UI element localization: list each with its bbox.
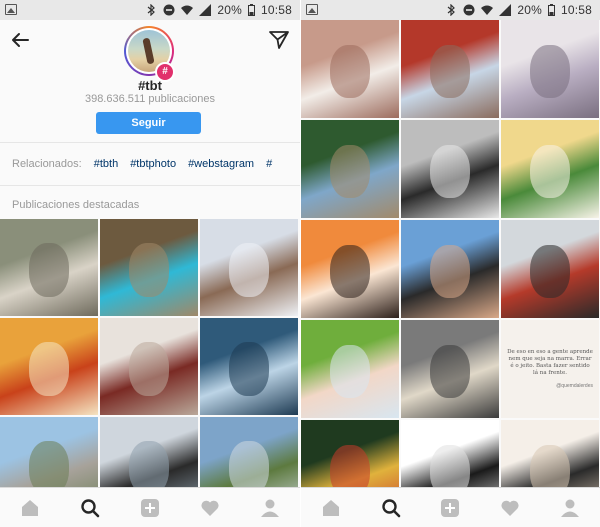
related-tags: Relacionados: #tbth #tbtphoto #webstagra…: [12, 158, 272, 170]
bottom-tab-bar: [301, 487, 600, 527]
featured-posts-label: Publicaciones destacadas: [12, 199, 140, 211]
quote-handle: @quemdalerdes: [556, 383, 593, 389]
tab-profile[interactable]: [258, 496, 282, 520]
post-thumbnail-sushi[interactable]: [301, 220, 399, 318]
divider: [0, 185, 300, 186]
search-icon: [381, 498, 400, 517]
tab-activity[interactable]: [498, 496, 522, 520]
heart-icon: [501, 500, 519, 516]
related-tag[interactable]: #tbtphoto: [130, 158, 176, 170]
battery-percent: 20%: [517, 3, 542, 17]
photo-subject: [330, 44, 370, 99]
photo-subject: [430, 244, 470, 299]
divider: [0, 142, 300, 143]
battery-percent: 20%: [217, 3, 242, 17]
post-count: 398.636.511 publicaciones: [84, 93, 216, 105]
direct-send-icon[interactable]: [268, 30, 290, 50]
post-thumbnail-cave-pool[interactable]: [100, 219, 198, 316]
post-thumbnail-man-street[interactable]: [401, 320, 499, 418]
photo-subject: [530, 144, 570, 199]
post-thumbnail-frozen-forest[interactable]: [200, 318, 298, 415]
do-not-disturb-icon: [163, 4, 175, 16]
tab-search[interactable]: [379, 496, 403, 520]
post-thumbnail-quote-card[interactable]: De eso en eso a gente aprende nem que se…: [501, 320, 599, 418]
photo-subject: [229, 342, 269, 396]
post-thumbnail-city-square[interactable]: [401, 20, 499, 118]
tab-add[interactable]: [438, 496, 462, 520]
bluetooth-icon: [147, 4, 156, 16]
related-tag[interactable]: #webstagram: [188, 158, 254, 170]
wifi-icon: [481, 5, 494, 15]
photo-subject: [430, 44, 470, 99]
follow-button[interactable]: Seguir: [96, 112, 201, 134]
status-bar: 20% 10:58: [301, 0, 600, 20]
post-thumbnail-dog-snow[interactable]: [200, 219, 298, 316]
photo-subject: [430, 344, 470, 399]
tab-home[interactable]: [319, 496, 343, 520]
profile-icon: [561, 499, 580, 517]
back-arrow-icon[interactable]: [10, 30, 30, 50]
signal-icon: [499, 4, 512, 16]
tab-search[interactable]: [78, 496, 102, 520]
related-tag[interactable]: #: [266, 158, 272, 170]
post-thumbnail-girl-grass[interactable]: [301, 320, 399, 418]
post-thumbnail-table-setting[interactable]: [100, 318, 198, 415]
photo-subject: [29, 243, 69, 297]
tab-home[interactable]: [18, 496, 42, 520]
tab-profile[interactable]: [558, 496, 582, 520]
photo-subject: [330, 244, 370, 299]
post-thumbnail-dumplings[interactable]: [501, 120, 599, 218]
hashtag-screen: 20% 10:58 # #tbt 398.636.511 publicacion…: [0, 0, 300, 527]
post-thumbnail-kitten[interactable]: [501, 20, 599, 118]
do-not-disturb-icon: [463, 4, 475, 16]
quote-text: De eso en eso a gente aprende nem que se…: [507, 349, 593, 376]
profile-icon: [261, 499, 279, 517]
photo-subject: [330, 344, 370, 399]
bottom-tab-bar: [0, 487, 300, 527]
post-thumbnail-bw-couple[interactable]: [401, 120, 499, 218]
photo-subject: [229, 243, 269, 297]
status-bar: 20% 10:58: [0, 0, 300, 20]
home-icon: [322, 499, 339, 516]
related-label: Relacionados:: [12, 158, 82, 170]
tab-add[interactable]: [138, 496, 162, 520]
heart-icon: [201, 500, 219, 516]
featured-posts-grid: [0, 219, 298, 514]
photo-subject: [129, 243, 169, 297]
battery-icon: [247, 4, 255, 16]
wifi-icon: [181, 5, 194, 15]
photo-subject: [330, 144, 370, 199]
post-thumbnail-noodles[interactable]: [0, 318, 98, 415]
gallery-notification-icon: [5, 4, 17, 15]
explore-grid-screen: 20% 10:58 De eso en eso a gente aprende …: [301, 0, 600, 527]
clock: 10:58: [560, 3, 592, 17]
clock: 10:58: [260, 3, 292, 17]
photo-subject: [129, 342, 169, 396]
tab-activity[interactable]: [198, 496, 222, 520]
photo-subject: [29, 342, 69, 396]
signal-icon: [199, 4, 212, 16]
gallery-notification-icon: [306, 4, 318, 15]
post-thumbnail-man-sunglasses[interactable]: [501, 220, 599, 318]
add-post-icon: [441, 498, 460, 517]
add-post-icon: [141, 498, 159, 517]
search-icon: [81, 498, 100, 517]
photo-subject: [430, 144, 470, 199]
post-thumbnail-young-man[interactable]: [401, 220, 499, 318]
posts-grid: De eso en eso a gente aprende nem que se…: [301, 20, 599, 518]
post-thumbnail-pine-forest[interactable]: [301, 120, 399, 218]
photo-subject: [530, 44, 570, 99]
post-thumbnail-goats[interactable]: [0, 219, 98, 316]
battery-icon: [547, 4, 555, 16]
photo-subject: [530, 244, 570, 299]
bluetooth-icon: [447, 4, 456, 16]
post-thumbnail-woman-fitness[interactable]: [301, 20, 399, 118]
home-icon: [22, 499, 38, 516]
hashtag-title: #tbt: [138, 78, 162, 93]
related-tag[interactable]: #tbth: [94, 158, 118, 170]
